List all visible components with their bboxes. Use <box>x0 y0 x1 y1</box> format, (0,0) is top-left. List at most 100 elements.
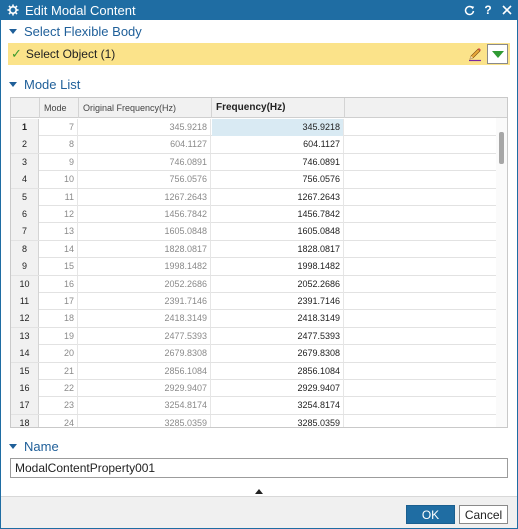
name-header[interactable]: Name <box>0 435 518 457</box>
ok-button[interactable]: OK <box>406 505 455 524</box>
select-flexible-body-header[interactable]: Select Flexible Body <box>0 20 518 42</box>
original-frequency-cell: 1456.7842 <box>79 206 211 223</box>
table-row[interactable]: 6 12 1456.7842 1456.7842 <box>11 206 497 224</box>
frequency-cell[interactable]: 3285.0359 <box>212 414 344 427</box>
original-frequency-cell: 2052.2686 <box>79 275 211 293</box>
table-row[interactable]: 11 17 2391.7146 2391.7146 <box>11 293 497 311</box>
row-index: 10 <box>11 275 39 293</box>
chevron-down-icon <box>491 50 504 58</box>
checkmark-icon: ✓ <box>11 46 22 61</box>
frequency-cell[interactable]: 1605.0848 <box>212 223 344 241</box>
section-title: Mode List <box>24 76 81 92</box>
table-row[interactable]: 15 21 2856.1084 2856.1084 <box>11 362 497 380</box>
select-object-row[interactable]: ✓ Select Object (1) <box>8 43 510 65</box>
mode-cell: 11 <box>40 188 78 206</box>
row-index: 17 <box>11 397 39 415</box>
frequency-cell[interactable]: 2052.2686 <box>212 275 344 293</box>
title-bar: Edit Modal Content ? <box>0 0 518 20</box>
frequency-cell[interactable]: 1828.0817 <box>212 240 344 258</box>
table-row[interactable]: 12 18 2418.3149 2418.3149 <box>11 310 497 328</box>
frequency-cell[interactable]: 2418.3149 <box>212 310 344 328</box>
mode-cell: 7 <box>40 119 78 136</box>
mode-cell: 17 <box>40 293 78 310</box>
table-row[interactable]: 16 22 2929.9407 2929.9407 <box>11 380 497 398</box>
selection-dropdown-button[interactable] <box>487 44 508 64</box>
column-header-original-frequency[interactable]: Original Frequency(Hz) <box>79 98 212 118</box>
frequency-cell[interactable]: 756.0576 <box>212 171 344 189</box>
row-index: 9 <box>11 258 39 276</box>
table-row[interactable]: 7 13 1605.0848 1605.0848 <box>11 223 497 241</box>
table-row[interactable]: 5 11 1267.2643 1267.2643 <box>11 188 497 206</box>
collapse-triangle-icon <box>9 81 17 87</box>
scrollbar-thumb[interactable] <box>499 132 504 164</box>
frequency-cell[interactable]: 2391.7146 <box>212 293 344 310</box>
mode-cell: 21 <box>40 362 78 380</box>
mode-cell: 10 <box>40 171 78 189</box>
column-header-index <box>11 98 40 118</box>
frequency-cell[interactable]: 2856.1084 <box>212 362 344 380</box>
frequency-cell[interactable]: 2679.8308 <box>212 345 344 363</box>
frequency-cell[interactable]: 345.9218 <box>212 119 344 136</box>
frequency-cell[interactable]: 2477.5393 <box>212 327 344 345</box>
mode-cell: 8 <box>40 136 78 154</box>
column-header-frequency[interactable]: Frequency(Hz) <box>212 98 345 118</box>
table-row[interactable]: 17 23 3254.8174 3254.8174 <box>11 397 497 415</box>
mode-cell: 20 <box>40 345 78 363</box>
original-frequency-cell: 1828.0817 <box>79 240 211 258</box>
mode-list-table[interactable]: Mode Original Frequency(Hz) Frequency(Hz… <box>10 97 508 428</box>
vertical-scrollbar[interactable] <box>496 118 507 427</box>
row-index: 5 <box>11 188 39 206</box>
original-frequency-cell: 604.1127 <box>79 136 211 154</box>
frequency-cell[interactable]: 1456.7842 <box>212 206 344 223</box>
frequency-cell[interactable]: 1998.1482 <box>212 258 344 276</box>
reset-icon[interactable] <box>461 2 477 18</box>
close-icon[interactable] <box>499 2 515 18</box>
row-index: 2 <box>11 136 39 154</box>
original-frequency-cell: 3254.8174 <box>79 397 211 415</box>
name-input[interactable]: ModalContentProperty001 <box>10 458 508 478</box>
cancel-button[interactable]: Cancel <box>459 505 508 524</box>
table-row[interactable]: 10 16 2052.2686 2052.2686 <box>11 275 497 293</box>
table-header: Mode Original Frequency(Hz) Frequency(Hz… <box>11 98 507 118</box>
mode-cell: 18 <box>40 310 78 328</box>
table-row[interactable]: 13 19 2477.5393 2477.5393 <box>11 327 497 346</box>
table-row[interactable]: 14 20 2679.8308 2679.8308 <box>11 345 497 363</box>
section-title: Name <box>24 438 59 454</box>
table-row[interactable]: 8 14 1828.0817 1828.0817 <box>11 240 497 259</box>
frequency-cell[interactable]: 3254.8174 <box>212 397 344 415</box>
mode-cell: 15 <box>40 258 78 276</box>
section-title: Select Flexible Body <box>24 23 142 39</box>
help-icon[interactable]: ? <box>480 2 496 18</box>
original-frequency-cell: 1605.0848 <box>79 223 211 241</box>
row-index: 1 <box>11 119 39 136</box>
chevron-up-icon <box>255 488 263 494</box>
table-row[interactable]: 2 8 604.1127 604.1127 <box>11 136 497 154</box>
mode-cell: 24 <box>40 414 78 427</box>
frequency-cell[interactable]: 2929.9407 <box>212 380 344 397</box>
mode-list-header[interactable]: Mode List <box>0 73 518 95</box>
original-frequency-cell: 756.0576 <box>79 171 211 189</box>
column-header-mode[interactable]: Mode <box>40 98 79 118</box>
frequency-cell[interactable]: 746.0891 <box>212 153 344 171</box>
original-frequency-cell: 746.0891 <box>79 153 211 171</box>
row-index: 16 <box>11 380 39 397</box>
table-row[interactable]: 3 9 746.0891 746.0891 <box>11 153 497 172</box>
mode-cell: 14 <box>40 240 78 258</box>
frequency-cell[interactable]: 1267.2643 <box>212 188 344 206</box>
row-index: 13 <box>11 327 39 345</box>
mode-cell: 23 <box>40 397 78 415</box>
collapse-dialog-toggle[interactable] <box>0 486 518 496</box>
row-index: 15 <box>11 362 39 380</box>
pencil-icon[interactable] <box>466 45 484 63</box>
frequency-cell[interactable]: 604.1127 <box>212 136 344 154</box>
mode-cell: 19 <box>40 327 78 345</box>
original-frequency-cell: 1267.2643 <box>79 188 211 206</box>
window-title: Edit Modal Content <box>25 2 136 18</box>
original-frequency-cell: 2391.7146 <box>79 293 211 310</box>
table-row[interactable]: 4 10 756.0576 756.0576 <box>11 171 497 189</box>
original-frequency-cell: 2418.3149 <box>79 310 211 328</box>
table-row[interactable]: 9 15 1998.1482 1998.1482 <box>11 258 497 276</box>
table-row[interactable]: 18 24 3285.0359 3285.0359 <box>11 414 497 427</box>
row-index: 14 <box>11 345 39 363</box>
table-row[interactable]: 1 7 345.9218 345.9218 <box>11 119 497 137</box>
